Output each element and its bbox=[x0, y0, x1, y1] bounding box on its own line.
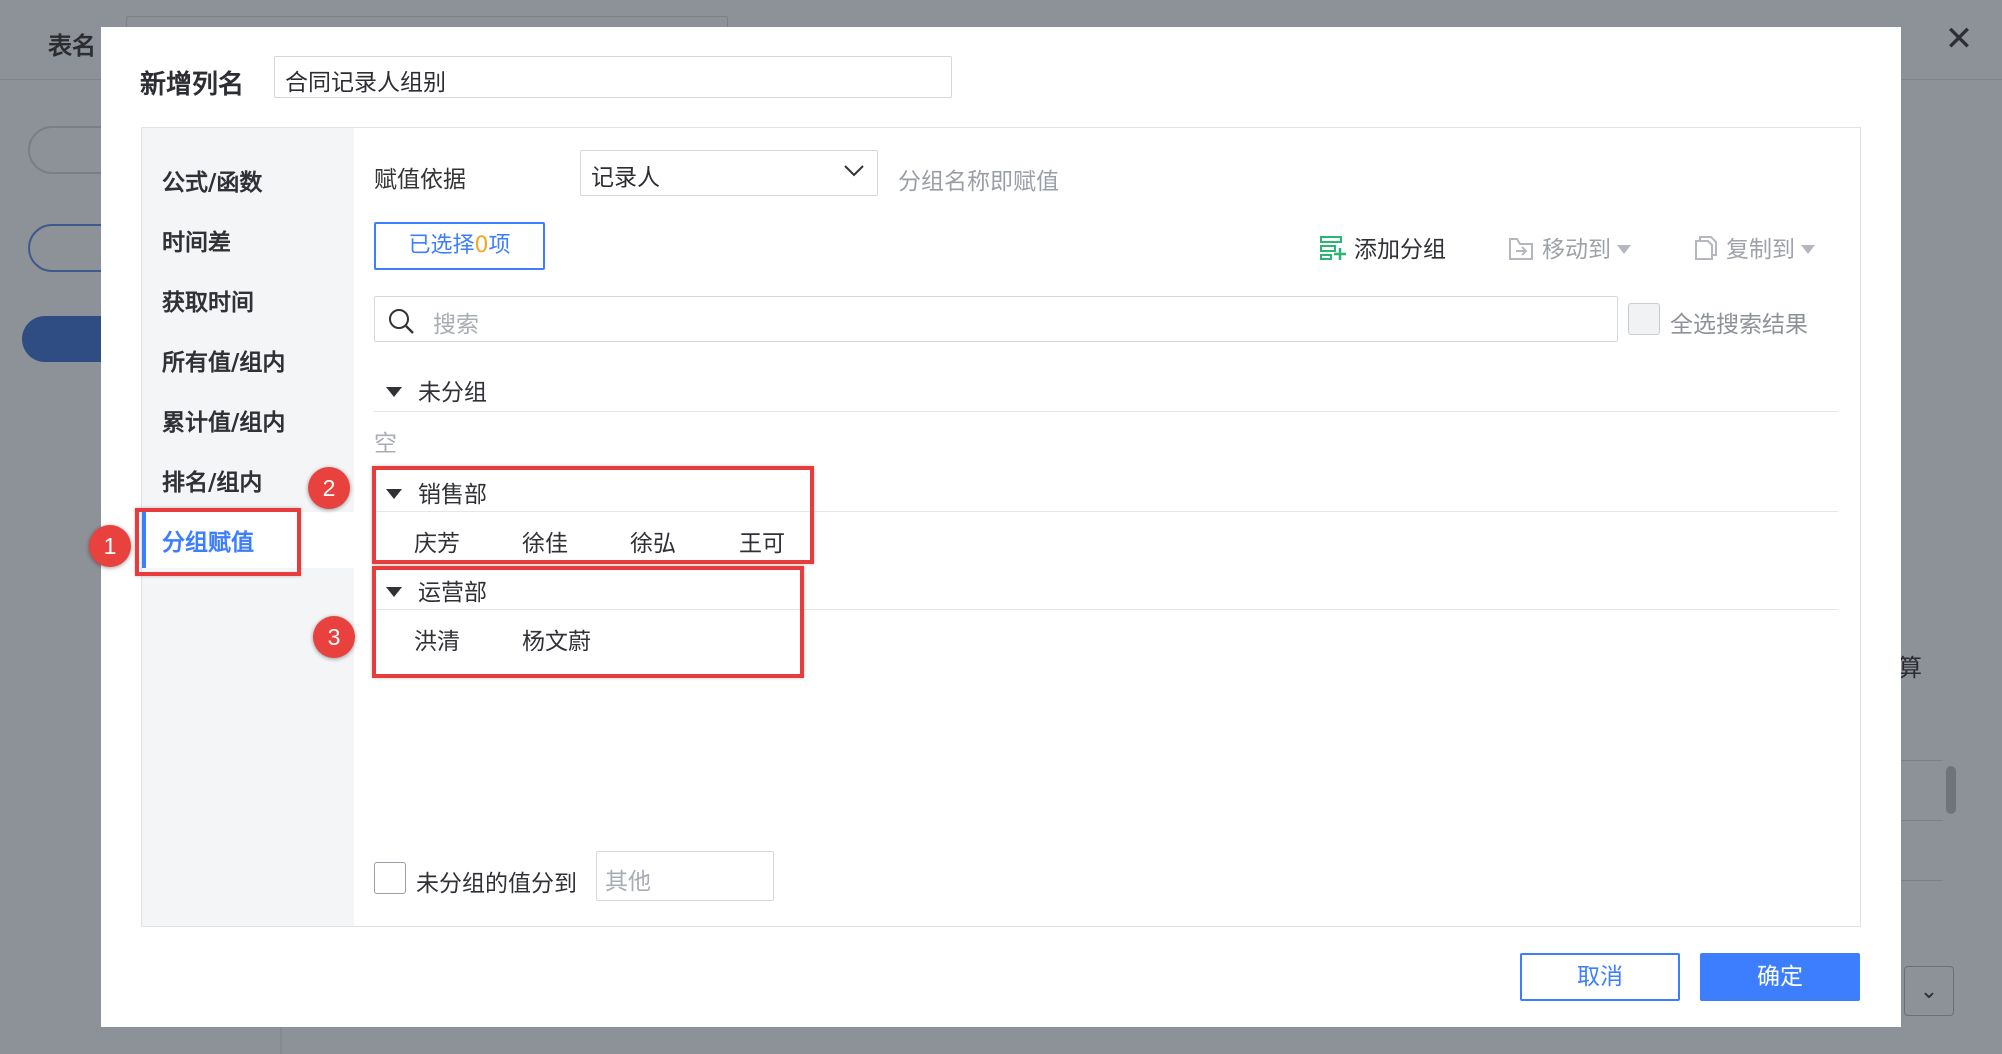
assign-hint: 分组名称即赋值 bbox=[898, 169, 1059, 195]
select-all-results-checkbox[interactable] bbox=[1628, 303, 1660, 335]
selected-items-button[interactable]: 已选择0项 bbox=[374, 222, 545, 270]
chevron-down-icon: ⌄ bbox=[1904, 966, 1954, 1016]
ungrouped-to-label: 未分组的值分到 bbox=[416, 871, 577, 897]
new-column-name-input[interactable]: 合同记录人组别 bbox=[274, 56, 952, 98]
move-to-button[interactable]: 移动到 bbox=[1508, 230, 1631, 264]
cancel-button[interactable]: 取消 bbox=[1520, 953, 1680, 1001]
group-name: 未分组 bbox=[418, 380, 487, 406]
selected-count: 0 bbox=[474, 233, 489, 258]
assign-basis-label: 赋值依据 bbox=[374, 167, 466, 193]
copy-to-button[interactable]: 复制到 bbox=[1694, 230, 1815, 264]
move-to-label: 移动到 bbox=[1542, 237, 1611, 263]
selected-suffix: 项 bbox=[488, 233, 511, 258]
annotation-badge-1: 1 bbox=[89, 525, 131, 567]
add-group-label: 添加分组 bbox=[1354, 237, 1446, 263]
copy-to-label: 复制到 bbox=[1726, 237, 1795, 263]
close-icon[interactable]: ✕ bbox=[1942, 22, 1976, 56]
nav-item-get-time[interactable]: 获取时间 bbox=[162, 283, 254, 317]
move-to-icon bbox=[1509, 238, 1533, 260]
nav-item-formula[interactable]: 公式/函数 bbox=[162, 163, 262, 197]
nav-item-cumulative[interactable]: 累计值/组内 bbox=[162, 403, 285, 437]
add-group-button[interactable]: 添加分组 bbox=[1320, 230, 1446, 264]
annotation-box-3 bbox=[372, 566, 804, 678]
background-calc-label: 算 bbox=[1898, 654, 1922, 682]
assign-basis-select[interactable]: 记录人 bbox=[580, 150, 878, 196]
annotation-badge-2: 2 bbox=[308, 467, 350, 509]
annotation-box-2 bbox=[372, 466, 814, 564]
empty-group-text: 空 bbox=[374, 431, 397, 457]
annotation-badge-3: 3 bbox=[313, 616, 355, 658]
copy-to-icon bbox=[1695, 236, 1717, 260]
nav-item-time-diff[interactable]: 时间差 bbox=[162, 223, 231, 257]
background-table-name-label: 表名 bbox=[48, 32, 96, 60]
assign-basis-value: 记录人 bbox=[591, 165, 660, 191]
ungrouped-to-checkbox[interactable] bbox=[374, 862, 406, 894]
ungrouped-target-input[interactable]: 其他 bbox=[596, 851, 774, 901]
chevron-down-icon bbox=[844, 165, 864, 177]
search-input[interactable]: 搜索 bbox=[374, 296, 1618, 342]
nav-item-rank[interactable]: 排名/组内 bbox=[162, 463, 262, 497]
new-column-name-label: 新增列名 bbox=[140, 70, 245, 100]
add-group-icon bbox=[1320, 236, 1346, 260]
caret-down-icon bbox=[1801, 245, 1815, 254]
confirm-button[interactable]: 确定 bbox=[1700, 953, 1860, 1001]
group-header-ungrouped[interactable]: 未分组 bbox=[386, 373, 487, 407]
search-placeholder: 搜索 bbox=[433, 312, 479, 338]
nav-item-all-values[interactable]: 所有值/组内 bbox=[162, 343, 285, 377]
triangle-down-icon bbox=[386, 387, 402, 397]
caret-down-icon bbox=[1617, 245, 1631, 254]
select-all-results-label: 全选搜索结果 bbox=[1670, 312, 1808, 338]
background-scrollbar bbox=[1946, 766, 1956, 814]
search-icon bbox=[389, 309, 414, 334]
annotation-box-1 bbox=[135, 508, 301, 576]
selected-prefix: 已选择 bbox=[408, 233, 475, 258]
background-table bbox=[1898, 700, 1943, 930]
group-divider bbox=[374, 411, 1838, 412]
